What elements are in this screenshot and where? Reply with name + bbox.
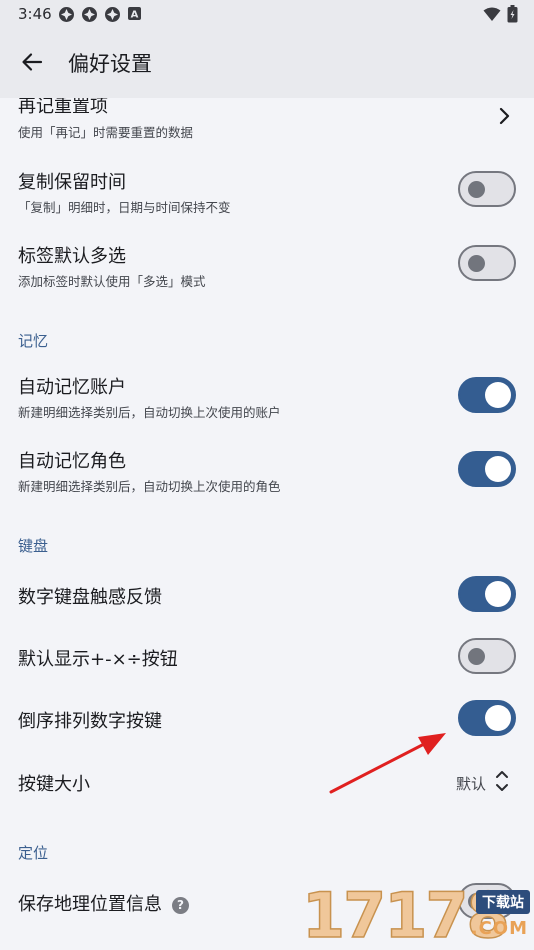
copy-keep-time-switch[interactable] bbox=[458, 171, 516, 207]
setting-subtitle: 「复制」明细时，日期与时间保持不变 bbox=[18, 200, 231, 215]
show-operators-switch[interactable] bbox=[458, 638, 516, 674]
app-notification-icon bbox=[58, 6, 75, 23]
reverse-keys-switch[interactable] bbox=[458, 700, 516, 736]
wifi-icon bbox=[483, 7, 501, 26]
back-button[interactable] bbox=[12, 42, 52, 82]
setting-title: 自动记忆账户 bbox=[18, 377, 126, 398]
status-bar: 3:46 A bbox=[0, 0, 534, 28]
setting-auto-remember-account[interactable]: 自动记忆账户 新建明细选择类别后，自动切换上次使用的账户 bbox=[0, 360, 534, 434]
battery-icon bbox=[507, 5, 518, 27]
switch-knob bbox=[468, 180, 485, 198]
auto-remember-role-switch[interactable] bbox=[458, 451, 516, 487]
setting-copy-keep-time[interactable]: 复制保留时间 「复制」明细时，日期与时间保持不变 bbox=[0, 154, 534, 228]
switch-knob bbox=[468, 254, 485, 272]
setting-title: 自动记忆角色 bbox=[18, 451, 126, 472]
keypad-haptic-switch[interactable] bbox=[458, 576, 516, 612]
switch-knob bbox=[485, 581, 511, 607]
arrow-left-icon bbox=[22, 53, 43, 71]
setting-title: 再记重置项 bbox=[18, 98, 108, 117]
setting-tag-default-multi[interactable]: 标签默认多选 添加标签时默认使用「多选」模式 bbox=[0, 228, 534, 302]
setting-title: 按键大小 bbox=[18, 774, 90, 795]
setting-show-operators[interactable]: 默认显示+-×÷按钮 bbox=[0, 626, 534, 688]
setting-re-record-reset[interactable]: 再记重置项 使用「再记」时需要重置的数据 bbox=[0, 98, 534, 144]
unfold-more-icon bbox=[496, 771, 508, 791]
section-header-memory: 记忆 bbox=[18, 332, 49, 350]
setting-auto-remember-role[interactable]: 自动记忆角色 新建明细选择类别后，自动切换上次使用的角色 bbox=[0, 434, 534, 508]
setting-title: 标签默认多选 bbox=[18, 246, 126, 267]
setting-title: 数字键盘触感反馈 bbox=[18, 587, 162, 608]
watermark-suffix: .COM bbox=[470, 918, 528, 939]
tag-default-multi-switch[interactable] bbox=[458, 245, 516, 281]
chevron-right-icon bbox=[499, 107, 510, 125]
status-notification-icons: A bbox=[58, 6, 144, 23]
setting-title-text: 保存地理位置信息 bbox=[18, 894, 162, 915]
a-badge-icon: A bbox=[127, 6, 144, 23]
app-notification-icon bbox=[81, 6, 98, 23]
section-header-location: 定位 bbox=[18, 844, 49, 862]
svg-text:A: A bbox=[131, 10, 139, 21]
page-title: 偏好设置 bbox=[68, 52, 152, 76]
setting-reverse-keys[interactable]: 倒序排列数字按键 bbox=[0, 688, 534, 750]
setting-title: 倒序排列数字按键 bbox=[18, 711, 162, 732]
switch-knob bbox=[485, 382, 511, 408]
app-bar: 偏好设置 bbox=[0, 28, 534, 98]
key-size-value: 默认 bbox=[455, 775, 486, 793]
help-icon[interactable]: ? bbox=[172, 896, 189, 914]
status-time: 3:46 bbox=[18, 5, 52, 23]
section-header-keyboard: 键盘 bbox=[18, 537, 49, 555]
setting-title: 复制保留时间 bbox=[18, 172, 126, 193]
watermark-badge: 下载站 bbox=[476, 890, 530, 914]
setting-subtitle: 添加标签时默认使用「多选」模式 bbox=[18, 274, 206, 289]
setting-keypad-haptic[interactable]: 数字键盘触感反馈 bbox=[0, 564, 534, 626]
setting-subtitle: 新建明细选择类别后，自动切换上次使用的角色 bbox=[18, 479, 281, 494]
switch-knob bbox=[485, 705, 511, 731]
setting-key-size[interactable]: 按键大小 默认 bbox=[0, 750, 534, 814]
switch-knob bbox=[485, 456, 511, 482]
setting-title: 保存地理位置信息? bbox=[18, 890, 189, 916]
watermark-logo: 17178 下载站 .COM bbox=[301, 883, 532, 948]
settings-list[interactable]: 再记重置项 使用「再记」时需要重置的数据 复制保留时间 「复制」明细时，日期与时… bbox=[0, 98, 534, 950]
setting-subtitle: 新建明细选择类别后，自动切换上次使用的账户 bbox=[18, 405, 281, 420]
setting-title: 默认显示+-×÷按钮 bbox=[18, 649, 178, 670]
auto-remember-account-switch[interactable] bbox=[458, 377, 516, 413]
app-notification-icon bbox=[104, 6, 121, 23]
setting-subtitle: 使用「再记」时需要重置的数据 bbox=[18, 125, 194, 140]
switch-knob bbox=[468, 647, 485, 665]
status-system-icons bbox=[483, 5, 518, 27]
